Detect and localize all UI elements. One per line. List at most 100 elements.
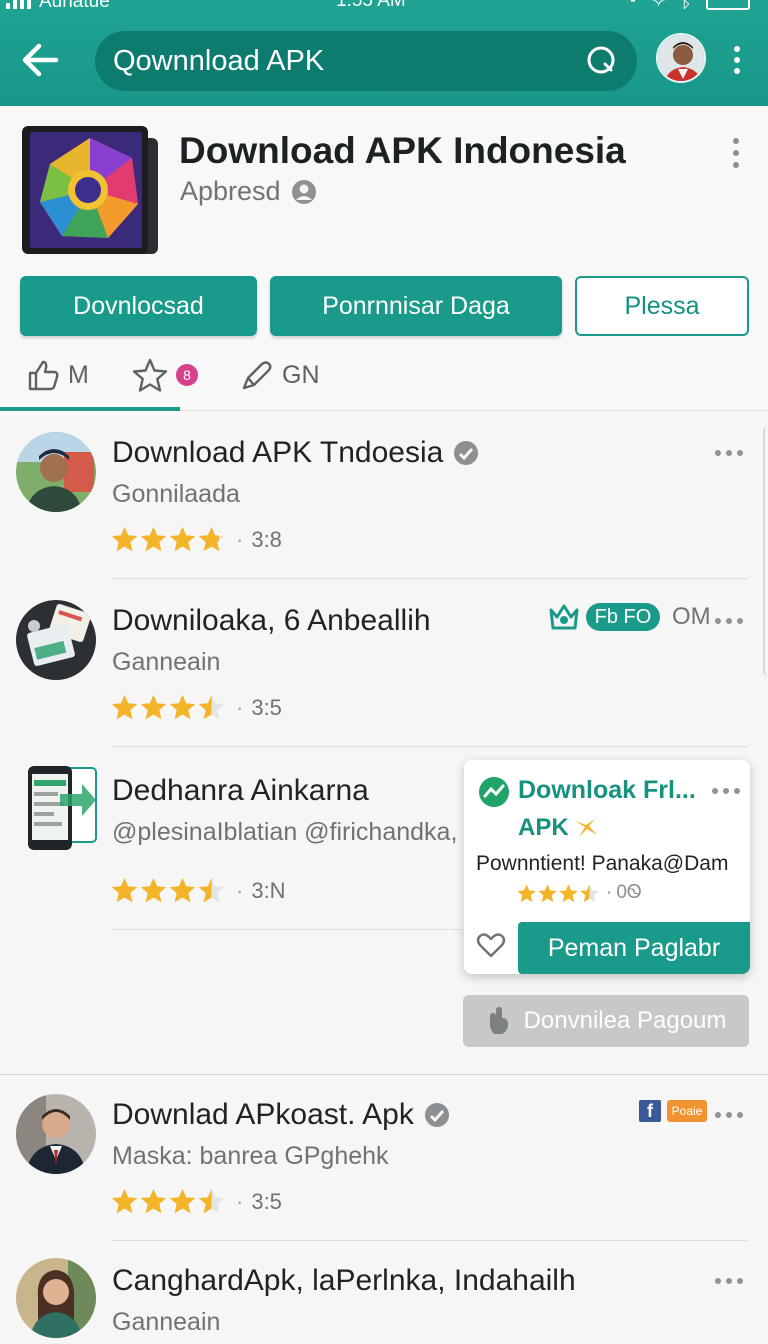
list-divider xyxy=(112,746,748,747)
download-check-icon xyxy=(479,777,509,807)
item-menu-button[interactable] xyxy=(715,1278,743,1284)
item-subtitle: Ganneain xyxy=(112,648,221,676)
star-icon xyxy=(169,877,196,903)
rating-separator: · xyxy=(236,1188,244,1214)
list-divider xyxy=(112,578,748,579)
item-title: Download APK Tndoesia xyxy=(112,436,479,470)
app-menu-button[interactable] xyxy=(728,138,744,168)
popup-subtitle: APK xyxy=(518,814,599,842)
popup-menu-button[interactable] xyxy=(712,788,740,794)
alarm-icon: ◔ xyxy=(625,0,637,12)
active-tab-indicator xyxy=(0,407,180,411)
touch-icon xyxy=(489,1007,508,1034)
list-divider xyxy=(112,1240,748,1241)
star-icon xyxy=(198,526,225,552)
star-icon xyxy=(580,883,599,902)
star-rating: · 3:8 xyxy=(110,525,282,554)
star-icon xyxy=(111,526,138,552)
avatar xyxy=(16,1094,96,1174)
secondary-action-button[interactable]: Ponrnnisar Daga xyxy=(270,276,562,336)
search-bar[interactable] xyxy=(95,31,637,91)
rating-text: 3:5 xyxy=(251,1188,282,1214)
share-icon xyxy=(242,361,272,390)
scrollbar[interactable] xyxy=(763,426,768,676)
star-icon xyxy=(169,526,196,552)
arrow-left-icon xyxy=(22,43,59,77)
rating-separator: · xyxy=(236,526,244,552)
star-icon xyxy=(140,694,167,720)
back-button[interactable] xyxy=(18,38,62,82)
like-chip[interactable]: M xyxy=(26,358,89,392)
disabled-button-label: Donvnilea Pagoum xyxy=(523,1007,727,1034)
profile-avatar[interactable] xyxy=(656,33,706,83)
item-subtitle: Gonnilaada xyxy=(112,480,240,508)
signal-icon xyxy=(6,0,31,9)
facebook-icon: f xyxy=(639,1100,661,1122)
user-icon xyxy=(291,179,316,204)
item-menu-button[interactable] xyxy=(715,450,743,456)
favorite-chip[interactable]: 8 xyxy=(132,358,198,392)
overflow-menu-button[interactable] xyxy=(722,42,752,78)
notification-badge: 8 xyxy=(176,364,198,386)
heart-icon[interactable] xyxy=(476,930,506,960)
tertiary-action-button[interactable]: Plessa xyxy=(575,276,749,336)
battery-icon xyxy=(706,0,750,10)
avatar xyxy=(16,432,96,512)
rating-text: 3:5 xyxy=(251,694,282,720)
item-title: CanghardApk, laPerlnka, Indahailh xyxy=(112,1264,576,1297)
share-chip[interactable]: GN xyxy=(240,358,320,392)
app-thumbnail xyxy=(26,764,100,852)
popup-apk-label: APK xyxy=(518,814,569,841)
star-icon xyxy=(111,1188,138,1214)
sparkle-icon xyxy=(574,819,597,837)
disabled-download-button[interactable]: Donvnilea Pagoum xyxy=(463,995,749,1047)
list-divider xyxy=(112,929,462,930)
item-subtitle: Ganneain xyxy=(112,1308,221,1336)
star-icon xyxy=(198,877,225,903)
item-badges: Fb FO OM xyxy=(548,602,711,632)
item-title: Downiloaka, 6 Anbeallih xyxy=(112,604,431,637)
download-button[interactable]: Dovnlocsad xyxy=(20,276,257,336)
item-title-text: Downlad APkoast. Apk xyxy=(112,1098,414,1131)
bluetooth-icon: ᛒ xyxy=(680,0,692,12)
popup-meta: Pownntient! Panaka@Dam xyxy=(476,852,729,875)
verified-icon xyxy=(424,1103,449,1127)
rating-separator: · xyxy=(236,694,244,720)
wifi-icon: ✧ xyxy=(650,0,667,12)
like-chip-label: M xyxy=(68,360,89,389)
star-rating: · 3:5 xyxy=(110,1187,282,1216)
popup-rating-text: 0Ꮻ xyxy=(616,882,642,903)
popup-title: Downloak Frl... xyxy=(518,776,696,804)
item-extra-label: OM xyxy=(672,603,711,630)
star-icon xyxy=(140,526,167,552)
item-menu-button[interactable] xyxy=(715,618,743,624)
status-bar: Aunatue 1:55 AM ◔ ✧ ᛒ xyxy=(0,0,768,14)
item-title: Downlad APkoast. Apk xyxy=(112,1098,450,1132)
star-icon xyxy=(140,1188,167,1214)
crown-badge-icon xyxy=(549,604,579,630)
verified-icon xyxy=(454,441,479,465)
search-input[interactable] xyxy=(113,44,585,78)
app-icon xyxy=(20,124,160,258)
item-subtitle: @plesinaIblatian @firichandka, \ xyxy=(112,818,472,846)
rating-text: 3:N xyxy=(251,877,286,903)
download-popup-card[interactable]: Downloak Frl... APK Pownntient! Panaka@D… xyxy=(464,760,750,974)
tag-badge: Fb FO xyxy=(586,603,660,631)
item-badges: f Poaie xyxy=(639,1100,707,1122)
star-icon xyxy=(111,877,138,903)
popup-star-rating: · 0Ꮻ xyxy=(516,882,642,904)
app-title: Download APK Indonesia xyxy=(179,130,626,171)
avatar xyxy=(16,1258,96,1338)
rating-text: 3:8 xyxy=(251,526,282,552)
avatar xyxy=(16,600,96,680)
section-divider xyxy=(0,1074,768,1075)
star-rating: · 3:N xyxy=(110,876,286,905)
search-icon[interactable] xyxy=(585,44,619,78)
item-menu-button[interactable] xyxy=(715,1112,743,1118)
star-icon xyxy=(198,694,225,720)
popup-action-button[interactable]: Peman Paglabr xyxy=(518,922,750,974)
developer-name[interactable]: Apbresd xyxy=(180,176,317,207)
star-icon xyxy=(169,1188,196,1214)
star-icon xyxy=(517,883,536,902)
star-icon xyxy=(140,877,167,903)
